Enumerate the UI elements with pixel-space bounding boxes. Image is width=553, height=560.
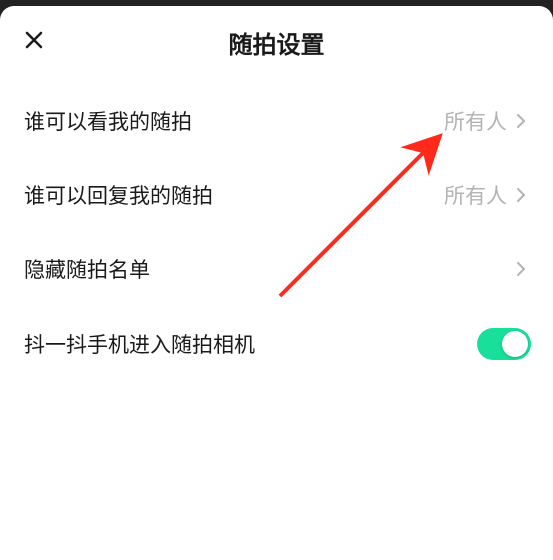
- row-shake-to-camera: 抖一抖手机进入随拍相机: [0, 306, 553, 382]
- chevron-right-icon: [511, 185, 531, 205]
- row-right: [511, 259, 531, 279]
- chevron-right-icon: [511, 259, 531, 279]
- row-who-can-see[interactable]: 谁可以看我的随拍 所有人: [0, 84, 553, 158]
- row-right: 所有人: [444, 180, 531, 210]
- row-value: 所有人: [444, 180, 507, 210]
- close-button[interactable]: [14, 22, 54, 62]
- header: 随拍设置: [0, 14, 553, 70]
- shake-toggle[interactable]: [477, 328, 531, 360]
- row-right: [477, 328, 531, 360]
- row-value: 所有人: [444, 106, 507, 136]
- row-who-can-reply[interactable]: 谁可以回复我的随拍 所有人: [0, 158, 553, 232]
- row-label: 抖一抖手机进入随拍相机: [24, 329, 255, 359]
- chevron-right-icon: [511, 111, 531, 131]
- row-label: 谁可以看我的随拍: [24, 106, 192, 136]
- row-label: 谁可以回复我的随拍: [24, 180, 213, 210]
- page-title: 随拍设置: [229, 25, 325, 60]
- close-icon: [22, 28, 46, 57]
- settings-list: 谁可以看我的随拍 所有人 谁可以回复我的随拍 所有人 隐藏随拍名单: [0, 70, 553, 382]
- toggle-knob: [502, 331, 528, 357]
- row-label: 隐藏随拍名单: [24, 254, 150, 284]
- row-hidden-list[interactable]: 隐藏随拍名单: [0, 232, 553, 306]
- row-right: 所有人: [444, 106, 531, 136]
- settings-sheet: 随拍设置 谁可以看我的随拍 所有人 谁可以回复我的随拍 所有人 隐藏随拍名单: [0, 6, 553, 560]
